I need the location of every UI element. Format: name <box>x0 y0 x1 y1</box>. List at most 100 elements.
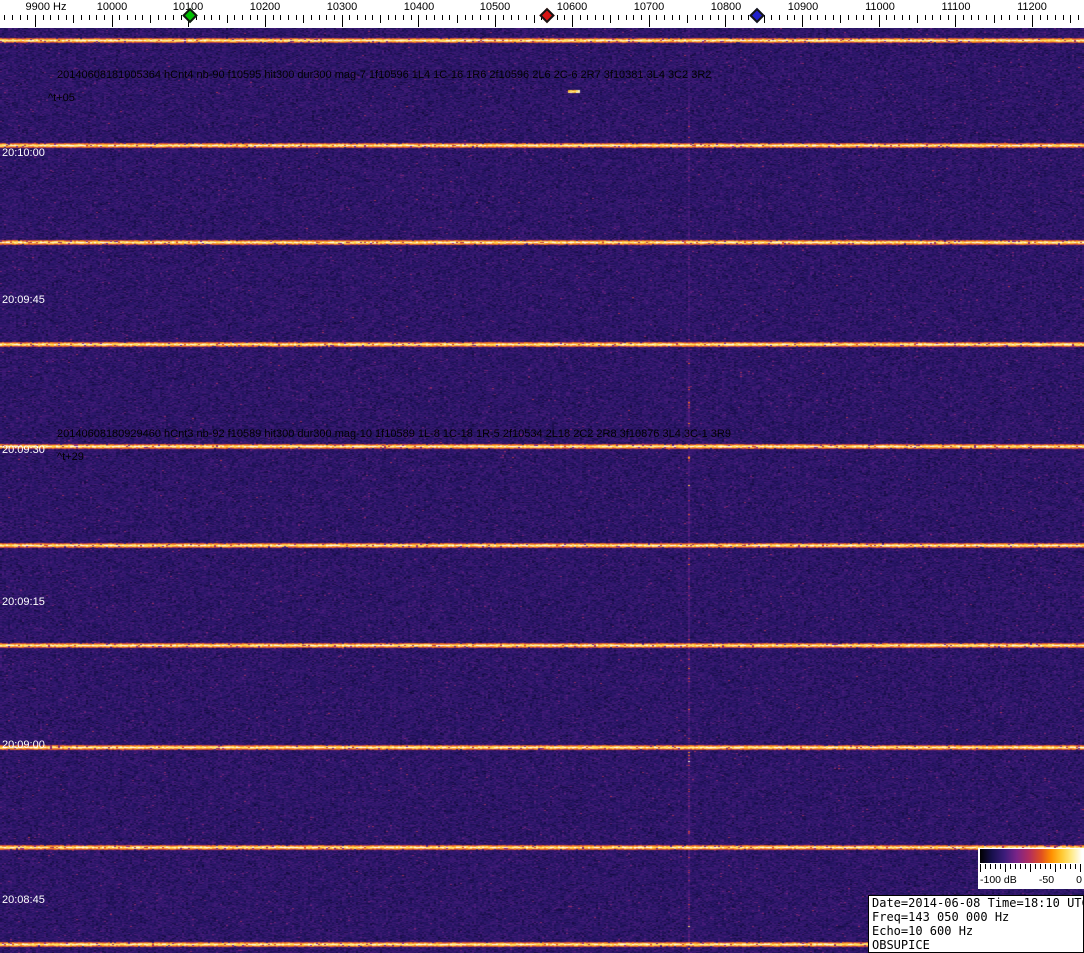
ruler-tick <box>909 15 911 20</box>
ruler-tick <box>955 15 957 27</box>
ruler-tick <box>88 15 90 20</box>
ruler-tick <box>349 15 351 20</box>
frequency-ruler: 9900 Hz 10000 10100 10200 10300 10400 10500 106… <box>0 0 1084 28</box>
ruler-tick <box>794 15 796 20</box>
ruler-tick <box>886 15 888 20</box>
time-label: 20:10:00 <box>2 147 45 159</box>
ruler-tick <box>571 15 573 27</box>
ruler-tick <box>50 15 52 20</box>
ruler-tick <box>740 15 742 20</box>
ruler-tick <box>1001 15 1003 20</box>
ruler-tick <box>610 15 612 23</box>
ruler-tick <box>870 15 872 20</box>
legend-tick <box>980 864 981 872</box>
blue-freq-marker-icon[interactable] <box>749 7 765 24</box>
legend-tick <box>1065 864 1066 869</box>
ruler-tick <box>27 15 29 20</box>
legend-tick <box>995 864 996 869</box>
ruler-tick <box>288 15 290 20</box>
ruler-tick <box>249 15 251 20</box>
legend-tick-ruler <box>978 864 1084 873</box>
ruler-tick <box>272 15 274 20</box>
ruler-tick <box>487 15 489 20</box>
ruler-tick <box>525 15 527 20</box>
ruler-tick <box>495 15 497 27</box>
red-freq-marker-icon[interactable] <box>539 7 555 24</box>
ruler-tick <box>150 15 151 23</box>
ruler-tick <box>510 15 512 20</box>
ruler-tick <box>809 15 811 20</box>
ruler-tick <box>786 15 788 20</box>
freq-tick-label: 11200 <box>1017 1 1047 13</box>
ruler-tick <box>717 15 719 20</box>
legend-tick <box>1000 864 1001 869</box>
ruler-tick <box>364 15 366 20</box>
freq-tick-label: 11100 <box>941 1 971 13</box>
freq-tick-label: 10700 <box>633 1 665 13</box>
ruler-tick <box>617 15 619 20</box>
ruler-tick <box>709 15 711 20</box>
ruler-tick <box>73 15 75 23</box>
legend-tick <box>1035 864 1036 869</box>
ruler-tick <box>771 15 773 20</box>
ruler-tick <box>1039 15 1041 20</box>
ruler-tick <box>334 15 336 20</box>
ruler-tick <box>1062 15 1064 20</box>
legend-tick <box>1015 864 1016 869</box>
ruler-tick <box>418 15 420 27</box>
ruler-tick <box>142 15 144 20</box>
ruler-tick <box>303 15 305 23</box>
ruler-tick <box>939 15 941 20</box>
spectrogram-area: -100 dB -50 0 Date=2014-06-08 Time=18:10… <box>0 28 1084 953</box>
legend-tick <box>1040 864 1041 869</box>
ruler-tick <box>556 15 558 20</box>
info-station-line: OBSUPICE <box>872 938 930 952</box>
ruler-tick <box>901 15 903 20</box>
ruler-tick <box>970 15 972 20</box>
ruler-tick <box>111 15 113 27</box>
ruler-tick <box>357 15 359 20</box>
spectrogram-waterfall-canvas <box>0 28 1084 953</box>
legend-tick <box>1060 864 1061 869</box>
ruler-tick <box>81 15 82 20</box>
ruler-tick <box>962 15 964 20</box>
legend-label-max: 0 <box>1076 874 1082 886</box>
freq-tick-label: 9900 Hz <box>25 1 67 13</box>
ruler-tick <box>924 15 926 20</box>
ruler-tick <box>234 15 236 20</box>
ruler-tick <box>947 15 949 20</box>
ruler-tick <box>993 15 995 23</box>
ruler-tick <box>433 15 435 20</box>
ruler-tick <box>840 15 842 23</box>
ruler-tick <box>663 15 665 20</box>
ruler-tick <box>502 15 504 20</box>
legend-tick <box>1030 864 1031 872</box>
ruler-tick <box>4 15 6 20</box>
info-date-line: Date=2014-06-08 Time=18:10 UTC <box>872 896 1084 910</box>
freq-tick-label: 11000 <box>865 1 895 13</box>
ruler-tick <box>12 15 13 20</box>
ruler-tick <box>464 15 466 20</box>
ruler-tick <box>257 15 259 20</box>
ruler-tick <box>625 15 627 20</box>
ruler-tick <box>702 15 704 20</box>
ruler-tick <box>778 15 780 20</box>
ruler-tick <box>847 15 849 20</box>
ruler-tick <box>594 15 596 20</box>
freq-tick-label: 10200 <box>249 1 281 13</box>
ruler-tick <box>633 15 635 20</box>
ruler-tick <box>280 15 282 20</box>
ruler-tick <box>58 15 59 20</box>
ruler-tick <box>387 15 389 20</box>
freq-tick-label: 10900 <box>787 1 819 13</box>
ruler-tick <box>863 15 865 20</box>
ruler-tick <box>472 15 474 20</box>
ruler-tick <box>426 15 428 20</box>
ruler-tick <box>1009 15 1010 20</box>
info-freq-line: Freq=143 050 000 Hz <box>872 910 1010 924</box>
legend-tick <box>1010 864 1011 869</box>
legend-tick <box>1075 864 1076 869</box>
legend-tick <box>1050 864 1051 869</box>
freq-tick-label: 10300 <box>326 1 358 13</box>
time-label: 20:09:45 <box>2 294 45 306</box>
